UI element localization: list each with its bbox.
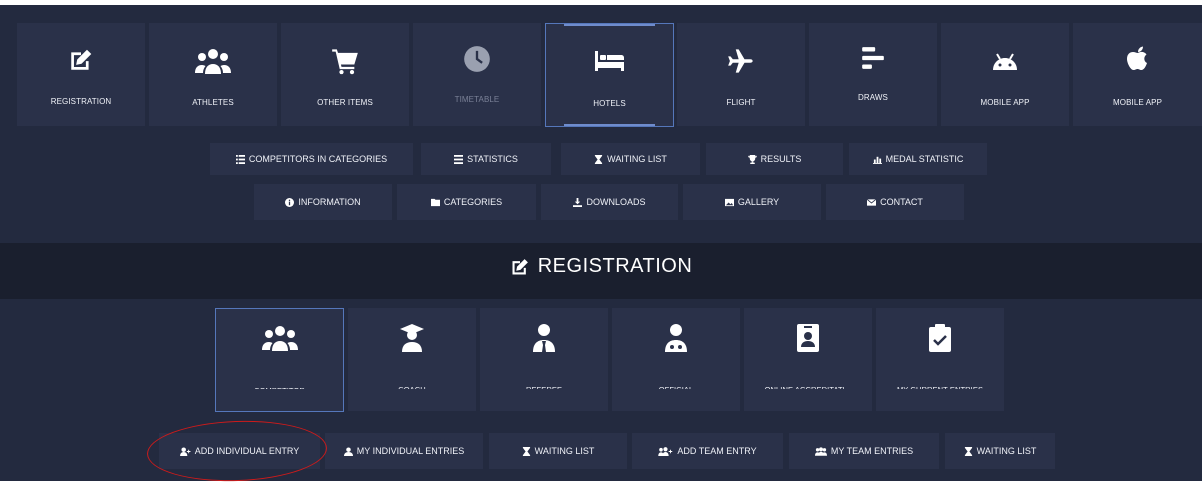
nav-tile-label: HOTELS <box>593 99 626 108</box>
reg-tile-online-accreditation[interactable]: ONLINE ACCREDITATI... <box>744 308 872 411</box>
hourglass-icon <box>964 446 972 456</box>
nav-tile-label: ATHLETES <box>192 98 234 107</box>
nav-label: MEDAL STATISTIC <box>885 154 964 164</box>
section-title: REGISTRATION <box>0 255 1202 278</box>
nav-label: RESULTS <box>760 154 802 164</box>
button-label: MY TEAM ENTRIES <box>830 446 914 456</box>
official-icon <box>612 324 740 352</box>
button-label: WAITING LIST <box>976 446 1037 456</box>
download-icon <box>573 197 583 207</box>
hourglass-icon <box>522 446 530 456</box>
my-team-entries-button[interactable]: MY TEAM ENTRIES <box>789 433 939 469</box>
nav-medal-statistic[interactable]: MEDAL STATISTIC <box>849 143 987 175</box>
nav-tile-timetable[interactable]: TIMETABLE <box>413 23 541 126</box>
users-icon <box>216 325 343 351</box>
active-indicator-bottom <box>564 124 655 126</box>
bar-chart-icon <box>872 156 882 164</box>
reg-tile-coach[interactable]: COACH <box>348 308 476 411</box>
my-individual-entries-button[interactable]: MY INDIVIDUAL ENTRIES <box>325 433 483 469</box>
nav-information[interactable]: INFORMATION <box>254 184 392 220</box>
graduate-icon <box>348 324 476 352</box>
reg-tile-label: ONLINE ACCREDITATI... <box>744 385 872 389</box>
bed-icon <box>546 49 673 73</box>
nav-tile-label: MOBILE APP <box>980 98 1030 107</box>
user-icon <box>343 446 353 456</box>
clipboard-check-icon <box>876 324 1004 352</box>
folder-icon <box>430 198 440 206</box>
clock-icon <box>413 45 541 73</box>
user-plus-icon <box>179 446 191 456</box>
button-label: ADD INDIVIDUAL ENTRY <box>194 446 300 456</box>
reg-tile-my-current-entries[interactable]: MY CURRENT ENTRIES <box>876 308 1004 411</box>
users-icon <box>149 48 277 74</box>
nav-tile-mobile-app-apple[interactable]: MOBILE APP <box>1073 23 1202 126</box>
nav-competitors-in-categories[interactable]: COMPETITORS IN CATEGORIES <box>210 143 413 175</box>
reg-tile-competitor[interactable]: COMPETITOR <box>215 308 344 412</box>
button-label: WAITING LIST <box>534 446 595 456</box>
team-waiting-list-button[interactable]: WAITING LIST <box>945 433 1055 469</box>
waiting-list-button[interactable]: WAITING LIST <box>489 433 627 469</box>
nav-label: CONTACT <box>880 197 923 207</box>
nav-tile-label: OTHER ITEMS <box>317 98 373 107</box>
nav-tile-label: REGISTRATION <box>50 97 112 106</box>
button-label: ADD TEAM ENTRY <box>677 446 757 456</box>
android-icon <box>941 50 1069 72</box>
section-title-text: REGISTRATION <box>537 255 693 277</box>
bracket-icon <box>809 45 937 71</box>
nav-tile-registration[interactable]: REGISTRATION <box>17 23 145 126</box>
nav-label: WAITING LIST <box>607 154 667 164</box>
apple-icon <box>1073 45 1202 73</box>
users-icon <box>814 446 827 456</box>
active-indicator-top <box>564 24 655 26</box>
add-individual-entry-button[interactable]: ADD INDIVIDUAL ENTRY <box>159 433 320 469</box>
nav-statistics[interactable]: STATISTICS <box>421 143 551 175</box>
nav-tile-flight[interactable]: FLIGHT <box>677 23 805 126</box>
envelope-icon <box>867 198 877 206</box>
cart-icon <box>281 47 409 75</box>
reg-tile-label: COACH <box>348 385 476 389</box>
nav-downloads[interactable]: DOWNLOADS <box>541 184 678 220</box>
nav-categories[interactable]: CATEGORIES <box>397 184 536 220</box>
nav-gallery[interactable]: GALLERY <box>683 184 821 220</box>
nav-tile-other-items[interactable]: OTHER ITEMS <box>281 23 409 126</box>
nav-label: INFORMATION <box>298 197 361 207</box>
reg-tile-label: REFEREE <box>480 385 608 389</box>
nav-results[interactable]: RESULTS <box>706 143 843 175</box>
nav-tile-label: TIMETABLE <box>454 95 500 104</box>
nav-tile-mobile-app-android[interactable]: MOBILE APP <box>941 23 1069 126</box>
nav-tile-label: MOBILE APP <box>1112 98 1163 107</box>
image-icon <box>724 198 734 206</box>
nav-label: COMPETITORS IN CATEGORIES <box>248 154 388 164</box>
reg-tile-label: OFFICIAL <box>612 385 740 389</box>
users-plus-icon <box>658 446 673 456</box>
reg-tile-referee[interactable]: REFEREE <box>480 308 608 411</box>
nav-tile-label: FLIGHT <box>726 98 756 107</box>
reg-tile-official[interactable]: OFFICIAL <box>612 308 740 411</box>
edit-icon <box>17 47 145 73</box>
nav-contact[interactable]: CONTACT <box>826 184 964 220</box>
trophy-icon <box>747 154 757 164</box>
nav-tile-hotels[interactable]: HOTELS <box>545 23 674 127</box>
nav-label: GALLERY <box>737 197 780 207</box>
nav-tile-label: DRAWS <box>858 93 888 102</box>
plane-icon <box>677 47 805 75</box>
nav-label: CATEGORIES <box>443 197 503 207</box>
reg-tile-label: COMPETITOR <box>216 386 343 389</box>
nav-label: STATISTICS <box>467 154 518 164</box>
edit-icon <box>512 258 528 274</box>
nav-label: DOWNLOADS <box>586 197 646 207</box>
referee-icon <box>480 324 608 352</box>
list-icon <box>454 154 464 164</box>
id-badge-icon <box>744 324 872 352</box>
info-icon <box>285 197 295 207</box>
reg-tile-label: MY CURRENT ENTRIES <box>876 385 1004 389</box>
hourglass-icon <box>595 154 603 164</box>
nav-tile-athletes[interactable]: ATHLETES <box>149 23 277 126</box>
nav-waiting-list[interactable]: WAITING LIST <box>561 143 700 175</box>
button-label: MY INDIVIDUAL ENTRIES <box>356 446 465 456</box>
add-team-entry-button[interactable]: ADD TEAM ENTRY <box>632 433 783 469</box>
list-ordered-icon <box>235 154 245 164</box>
nav-tile-draws[interactable]: DRAWS <box>809 23 937 126</box>
